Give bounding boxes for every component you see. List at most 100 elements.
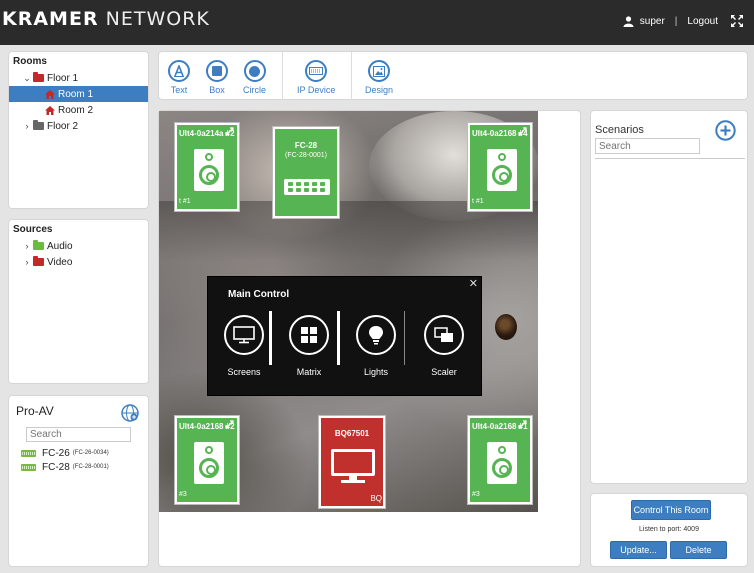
tile-subtitle: #3: [472, 491, 480, 498]
scenarios-panel: Scenarios: [590, 110, 748, 484]
brand-logo: KRAMER NETWORK: [2, 8, 210, 30]
username[interactable]: super: [640, 16, 665, 27]
room-2-label: Room 2: [58, 104, 94, 116]
tile-subtitle: t #1: [472, 198, 484, 205]
tile-title: BQ67501: [334, 429, 370, 438]
chevron-right-icon[interactable]: ›: [21, 121, 33, 131]
scenarios-divider: [595, 158, 745, 159]
monitor-icon: [233, 326, 255, 344]
fullscreen-icon[interactable]: [730, 14, 744, 28]
screens-label: Screens: [227, 367, 261, 377]
device-name: FC-26: [42, 447, 70, 459]
control-this-room-button[interactable]: Control This Room: [631, 500, 711, 520]
logout-link[interactable]: Logout: [687, 16, 718, 27]
room-control-panel: Control This Room Listen to port: 4009 U…: [590, 493, 748, 567]
tree-item-room-2[interactable]: Room 2: [9, 102, 148, 118]
expand-icon[interactable]: [225, 127, 234, 136]
floor-2-label: Floor 2: [47, 120, 79, 132]
video-label: Video: [47, 256, 73, 268]
expand-icon[interactable]: [225, 420, 234, 429]
tree-item-video[interactable]: › Video: [9, 254, 148, 270]
device-id: (FC-28-0001): [72, 464, 109, 470]
device-name: FC-28: [42, 461, 70, 473]
popup-divider: [269, 311, 272, 365]
lightbulb-icon: [369, 326, 383, 345]
tile-subtitle: (FC-28-0001): [284, 152, 327, 159]
display-tile[interactable]: BQ67501 BQ: [319, 416, 385, 508]
circle-icon: [249, 65, 260, 77]
scaler-button[interactable]: Scaler: [418, 315, 470, 377]
audio-label: Audio: [47, 240, 73, 252]
device-icon: [21, 463, 36, 471]
text-tool-button[interactable]: Text: [168, 60, 190, 95]
speaker-icon: [487, 442, 517, 484]
sources-title: Sources: [13, 224, 53, 235]
speaker-tile[interactable]: Ult4-0a2168 #4 t #1: [468, 123, 532, 211]
tv-icon: [331, 449, 375, 483]
room-1-label: Room 1: [58, 88, 94, 100]
rooms-title: Rooms: [13, 56, 47, 67]
delete-button[interactable]: Delete: [670, 541, 727, 559]
design-tool-label: Design: [365, 85, 394, 95]
expand-icon[interactable]: [518, 420, 527, 429]
design-tool-button[interactable]: Design: [365, 60, 393, 95]
tree-item-room-1[interactable]: Room 1: [9, 86, 148, 102]
popup-divider: [337, 311, 340, 365]
floor-1-label: Floor 1: [47, 72, 79, 84]
home-icon: [45, 89, 55, 99]
tree-item-floor-1[interactable]: ⌄ Floor 1: [9, 70, 148, 86]
fc28-device-tile[interactable]: FC-28 (FC-28-0001): [273, 127, 339, 218]
speaker-tile[interactable]: Ult4-0a2168 #2 #3: [175, 416, 239, 504]
box-tool-label: Box: [209, 85, 225, 95]
scenarios-search-input[interactable]: [595, 138, 700, 154]
matrix-label: Matrix: [296, 367, 322, 377]
user-separator: |: [674, 16, 678, 27]
chevron-right-icon[interactable]: ›: [21, 257, 33, 267]
add-scenario-icon[interactable]: [715, 120, 736, 141]
tile-title: FC-28: [294, 141, 318, 150]
koala-eye: [495, 314, 517, 340]
device-id: (FC-26-0034): [72, 450, 109, 456]
image-icon: [373, 65, 385, 77]
scenarios-title: Scenarios: [595, 124, 644, 136]
folder-icon: [33, 72, 44, 82]
speaker-tile[interactable]: Ult4-0a2168 #1 #3: [468, 416, 532, 504]
home-icon: [45, 105, 55, 115]
chevron-down-icon[interactable]: ⌄: [21, 73, 33, 84]
tree-item-floor-2[interactable]: › Floor 2: [9, 118, 148, 134]
proav-search-input[interactable]: [26, 427, 131, 442]
box-tool-button[interactable]: Box: [206, 60, 228, 95]
tile-subtitle: BQ: [370, 494, 382, 503]
folder-icon: [33, 240, 44, 250]
toolbar-divider: [282, 52, 283, 100]
globe-add-icon[interactable]: [121, 404, 139, 422]
ip-device-tool-button[interactable]: IP Device: [297, 60, 335, 95]
expand-icon[interactable]: [518, 127, 527, 136]
toolbar: Text Box Circle IP Device Design: [158, 51, 748, 100]
close-icon[interactable]: ✕: [469, 277, 478, 290]
tile-subtitle: #3: [179, 491, 187, 498]
lights-button[interactable]: Lights: [350, 315, 402, 377]
top-bar: KRAMER NETWORK super | Logout: [0, 0, 754, 45]
chevron-right-icon[interactable]: ›: [21, 241, 33, 251]
lights-label: Lights: [363, 367, 389, 377]
popup-title: Main Control: [228, 289, 290, 300]
update-button[interactable]: Update...: [610, 541, 667, 559]
proav-panel: Pro-AV FC-26 (FC-26-0034) FC-28 (FC-28-0…: [8, 395, 149, 567]
matrix-button[interactable]: Matrix: [283, 315, 335, 377]
rooms-panel: Rooms ⌄ Floor 1 Room 1 Room 2 › Floor 2: [8, 51, 149, 209]
speaker-tile[interactable]: Ult4-0a214a #2 t #1: [175, 123, 239, 211]
screens-button[interactable]: Screens: [218, 315, 270, 377]
main-control-popup: Main Control ✕ Screens Matrix Lights Sca…: [207, 276, 482, 396]
speaker-icon: [487, 149, 517, 191]
speaker-icon: [194, 442, 224, 484]
device-item-fc28[interactable]: FC-28 (FC-28-0001): [21, 460, 149, 474]
user-icon: [623, 16, 634, 27]
scaler-icon: [434, 327, 453, 342]
device-item-fc26[interactable]: FC-26 (FC-26-0034): [21, 446, 149, 460]
popup-divider: [404, 311, 405, 365]
tree-item-audio[interactable]: › Audio: [9, 238, 148, 254]
device-icon: [21, 449, 36, 457]
circle-tool-button[interactable]: Circle: [243, 60, 266, 95]
grid-icon: [301, 327, 317, 343]
